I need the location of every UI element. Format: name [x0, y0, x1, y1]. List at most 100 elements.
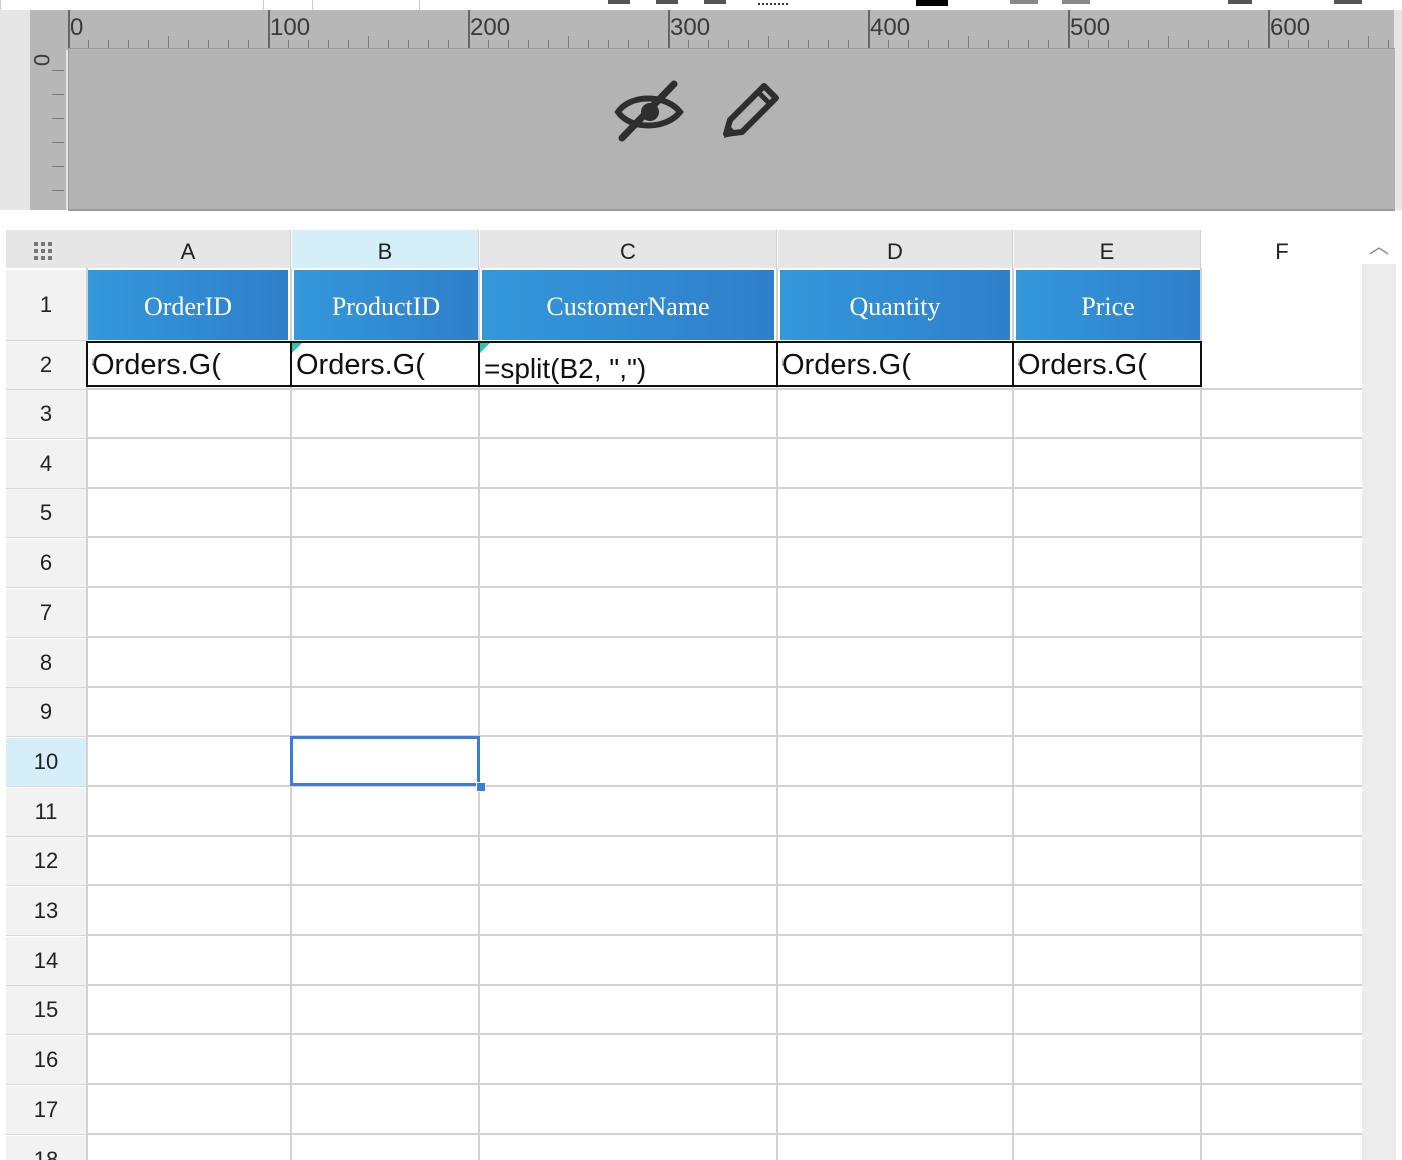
- chevron-up-icon[interactable]: ︿: [1362, 230, 1396, 264]
- row-header-10[interactable]: 10: [6, 737, 86, 787]
- formula-marker-icon: [292, 343, 302, 353]
- row-header-4[interactable]: 4: [6, 439, 86, 489]
- toolbar-button[interactable]: [704, 0, 726, 4]
- toolbar-button[interactable]: [1010, 0, 1038, 4]
- ruler-tick: [52, 142, 64, 143]
- data-cell-d2[interactable]: ↓ Orders.G(: [776, 341, 1014, 387]
- ruler-tick: [128, 40, 129, 48]
- row-gridline: [86, 635, 1362, 638]
- column-header-f[interactable]: F: [1202, 230, 1362, 268]
- ruler-tick: [1208, 40, 1209, 48]
- ruler-tick: [768, 36, 769, 48]
- fill-handle[interactable]: [476, 782, 486, 792]
- column-header-d[interactable]: D: [778, 230, 1013, 268]
- column-gridline: [1012, 268, 1014, 1160]
- ruler-tick: [228, 40, 229, 48]
- row-gridline: [86, 934, 1362, 936]
- vertical-ruler-label: 0: [29, 53, 54, 67]
- cell-value: Orders.G(: [296, 349, 425, 381]
- row-header-6[interactable]: 6: [6, 539, 86, 589]
- row-gridline: [86, 834, 1362, 837]
- spreadsheet: A B C D E F 1 2 3 4 5 6 7 8 9 10 11 12 13 14 15 16 17 18 …: [6, 230, 1400, 1160]
- row-gridline: [86, 586, 1362, 589]
- row-header-17[interactable]: 17: [6, 1085, 86, 1135]
- cell-value: Orders.G(: [92, 349, 221, 381]
- ruler-label: 500: [1070, 14, 1111, 41]
- row-header-1[interactable]: 1: [6, 270, 86, 341]
- row-gridline: [86, 983, 1362, 986]
- ruler-tick: [368, 36, 369, 48]
- column-gridline: [290, 268, 292, 1160]
- data-cell-a2[interactable]: ↓ Orders.G(: [86, 341, 292, 387]
- vertical-scrollbar[interactable]: [1362, 230, 1396, 1160]
- ruler-tick: [428, 40, 429, 48]
- header-cell-orderid[interactable]: OrderID: [88, 270, 288, 340]
- ruler-tick: [1028, 40, 1029, 48]
- ruler-tick: [808, 40, 809, 48]
- select-all-corner[interactable]: [6, 230, 87, 268]
- toolbar-button[interactable]: [1228, 0, 1252, 4]
- column-header-a[interactable]: A: [86, 230, 291, 268]
- grid-icon[interactable]: [1334, 0, 1362, 4]
- row-header-14[interactable]: 14: [6, 936, 86, 986]
- pencil-icon[interactable]: [718, 78, 784, 144]
- row-header-18[interactable]: 18: [6, 1135, 86, 1160]
- row-header-2[interactable]: 2: [6, 341, 86, 390]
- ruler-tick: [508, 40, 509, 48]
- expand-down-icon: ↓: [780, 354, 786, 368]
- data-cell-b2[interactable]: Orders.G(: [290, 341, 480, 387]
- ruler-tick: [108, 40, 109, 48]
- row-header-7[interactable]: 7: [6, 588, 86, 638]
- row-header-11[interactable]: 11: [6, 787, 86, 837]
- ruler-tick: [408, 40, 409, 48]
- row-header-16[interactable]: 16: [6, 1036, 86, 1086]
- ruler-tick: [748, 40, 749, 48]
- ruler-tick: [528, 40, 529, 48]
- ruler-tick: [828, 40, 829, 48]
- ruler-tick: [968, 36, 969, 48]
- horizontal-ruler: [68, 10, 1394, 50]
- ruler-tick: [88, 40, 89, 48]
- ruler-tick: [948, 40, 949, 48]
- toolbar-button[interactable]: [1062, 0, 1090, 4]
- ruler-tick: [1248, 40, 1249, 48]
- ruler-tick: [52, 70, 64, 71]
- ruler-corner: [30, 10, 68, 50]
- row-header-8[interactable]: 8: [6, 638, 86, 688]
- eye-off-icon[interactable]: [614, 78, 684, 144]
- data-cell-e2[interactable]: ↓ Orders.G(: [1012, 341, 1202, 387]
- column-header-b[interactable]: B: [292, 230, 479, 268]
- row-header-13[interactable]: 13: [6, 887, 86, 936]
- column-header-c[interactable]: C: [480, 230, 777, 268]
- row-gridline: [86, 1083, 1362, 1086]
- design-toolbar: [614, 78, 794, 144]
- toolbar-button[interactable]: [656, 0, 678, 4]
- row-header-15[interactable]: 15: [6, 986, 86, 1036]
- row-header-12[interactable]: 12: [6, 837, 86, 887]
- column-header-e[interactable]: E: [1014, 230, 1201, 268]
- column-gridline: [86, 268, 88, 1160]
- header-cell-price[interactable]: Price: [1016, 270, 1200, 340]
- row-gridline: [86, 735, 1362, 738]
- toolbar-button[interactable]: [608, 0, 630, 4]
- header-cell-productid[interactable]: ProductID: [294, 270, 478, 340]
- header-cell-quantity[interactable]: Quantity: [780, 270, 1010, 340]
- row-header-3[interactable]: 3: [6, 390, 86, 439]
- cell-value: =split(B2, ","): [484, 353, 647, 384]
- ruler-tick: [52, 190, 64, 191]
- ruler-label: 0: [70, 14, 84, 41]
- ruler-tick: [608, 40, 609, 48]
- row-gridline: [86, 1132, 1362, 1135]
- data-cell-c2[interactable]: =split(B2, ","): [478, 341, 778, 387]
- color-swatch[interactable]: [916, 0, 948, 6]
- ruler-tick: [1108, 40, 1109, 48]
- ruler-tick: [348, 40, 349, 48]
- row-header-5[interactable]: 5: [6, 489, 86, 539]
- selected-cell-b10[interactable]: [290, 736, 480, 786]
- row-header-9[interactable]: 9: [6, 688, 86, 738]
- ruler-tick: [728, 40, 729, 48]
- header-cell-customername[interactable]: CustomerName: [482, 270, 774, 340]
- ruler-tick: [52, 118, 64, 119]
- ruler-tick: [168, 36, 169, 48]
- border-style-icon[interactable]: [758, 0, 788, 5]
